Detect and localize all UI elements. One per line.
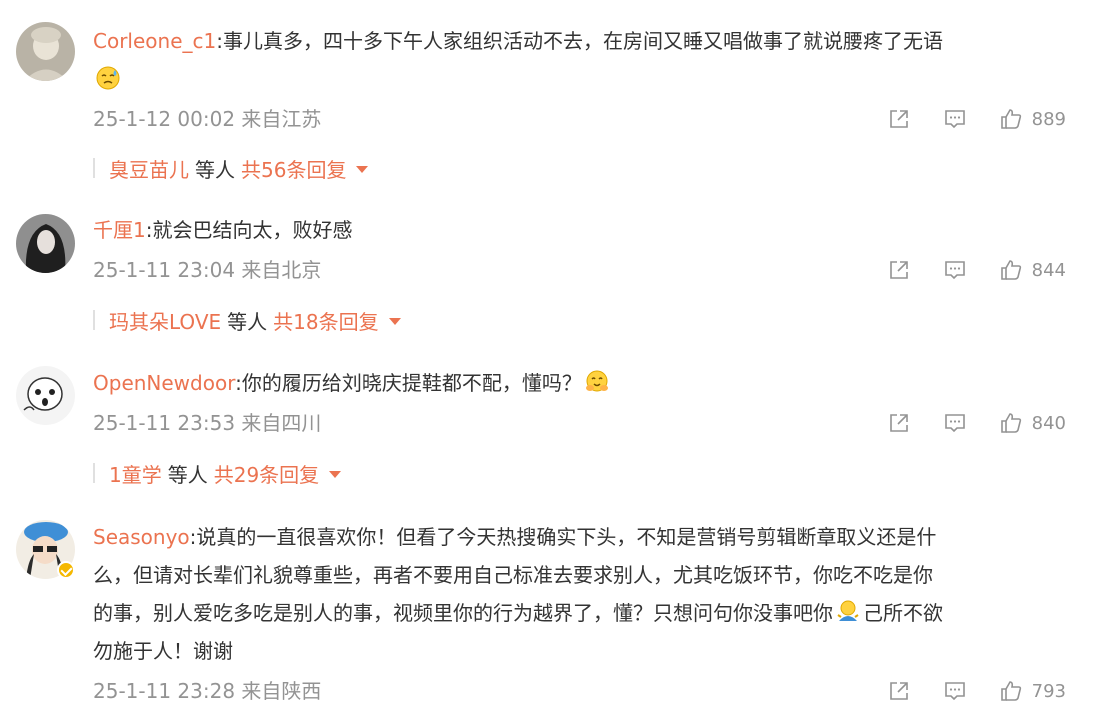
comment-location: 来自四川 (241, 411, 322, 435)
comment-icon (944, 110, 965, 129)
reply-summary[interactable]: 玛其朵LOVE 等人 共18条回复 (93, 306, 401, 334)
comment-body: :事儿真多，四十多下午人家组织活动不去，在房间又睡又唱做事了就说腰疼了无语 (216, 29, 943, 53)
reply-divider (93, 158, 95, 178)
comment-button[interactable] (942, 678, 968, 704)
reply-summary[interactable]: 臭豆苗儿 等人 共56条回复 (93, 154, 369, 183)
comment-meta: 25-1-11 23:28 来自陕西 (93, 678, 321, 704)
sweat-emoji-icon (95, 65, 121, 91)
reply-etc: 等人 (227, 309, 268, 334)
hug-emoji-icon (584, 369, 610, 395)
reply-etc: 等人 (167, 462, 208, 487)
like-icon (1000, 413, 1021, 433)
avatar[interactable] (16, 214, 75, 273)
share-icon (889, 110, 908, 128)
comment-meta: 25-1-11 23:53 来自四川 (93, 410, 321, 436)
comment-actions: 844 (886, 257, 1066, 283)
reply-user[interactable]: 1童学 (109, 459, 162, 488)
reply-count-link[interactable]: 共56条回复 (241, 154, 346, 183)
comment-body-line: 勿施于人！谢谢 (93, 639, 233, 663)
reply-count-link[interactable]: 共29条回复 (214, 459, 319, 488)
comment-body: :你的履历给刘晓庆提鞋都不配，懂吗？ (235, 371, 582, 395)
comment-icon (944, 414, 965, 433)
comment-time: 25-1-12 00:02 (93, 107, 236, 131)
like-count: 844 (1031, 259, 1066, 281)
comment-meta: 25-1-11 23:04 来自北京 (93, 257, 321, 283)
shrug-emoji-icon (835, 599, 861, 625)
comment-icon (944, 261, 965, 280)
username[interactable]: OpenNewdoor (93, 371, 235, 395)
like-count: 793 (1031, 680, 1066, 702)
share-icon (889, 414, 908, 432)
comment-button[interactable] (942, 257, 968, 283)
like-count: 840 (1031, 412, 1066, 434)
reply-user[interactable]: 臭豆苗儿 (109, 154, 189, 183)
share-button[interactable] (886, 257, 912, 283)
verified-icon (57, 561, 75, 579)
like-count: 889 (1031, 108, 1066, 130)
share-button[interactable] (886, 678, 912, 704)
comment-body-line: 己所不欲 (863, 601, 943, 625)
like-icon (1000, 109, 1021, 129)
comment-body-line: 的事，别人爱吃多吃是别人的事，视频里你的行为越界了，懂？只想问句你没事吧你 (93, 601, 833, 625)
comment-time: 25-1-11 23:04 (93, 258, 236, 282)
comment-text: OpenNewdoor:你的履历给刘晓庆提鞋都不配，懂吗？ (93, 364, 1073, 402)
username[interactable]: Corleone_c1 (93, 29, 216, 53)
comment-actions: 793 (886, 678, 1066, 704)
comment-time: 25-1-11 23:28 (93, 679, 236, 703)
reply-summary[interactable]: 1童学 等人 共29条回复 (93, 459, 342, 488)
comment-location: 来自江苏 (241, 107, 322, 131)
caret-down-icon[interactable] (388, 317, 401, 325)
reply-divider (93, 310, 95, 330)
reply-divider (93, 463, 95, 483)
comment-text: Corleone_c1:事儿真多，四十多下午人家组织活动不去，在房间又睡又唱做事… (93, 22, 1073, 98)
caret-down-icon[interactable] (356, 165, 369, 173)
reply-etc: 等人 (195, 157, 235, 182)
like-button[interactable]: 793 (998, 678, 1066, 704)
share-button[interactable] (886, 410, 912, 436)
caret-down-icon[interactable] (329, 470, 342, 478)
share-icon (889, 261, 908, 279)
like-icon (1000, 260, 1021, 280)
share-button[interactable] (886, 106, 912, 132)
reply-user[interactable]: 玛其朵LOVE (109, 306, 221, 335)
like-icon (1000, 681, 1021, 701)
comment-body: :就会巴结向太，败好感 (145, 218, 353, 242)
comment-text: 千厘1:就会巴结向太，败好感 (93, 211, 1073, 249)
comment-button[interactable] (942, 106, 968, 132)
comment-button[interactable] (942, 410, 968, 436)
username[interactable]: Seasonyo (93, 525, 190, 549)
reply-count-link[interactable]: 共18条回复 (273, 306, 378, 335)
like-button[interactable]: 840 (998, 410, 1066, 436)
comment-actions: 840 (886, 410, 1066, 436)
comment-actions: 889 (886, 106, 1066, 132)
comment-time: 25-1-11 23:53 (93, 411, 236, 435)
comment-body-line: :说真的一直很喜欢你！但看了今天热搜确实下头，不知是营销号剪辑断章取义还是什 (189, 525, 937, 549)
comment-text: Seasonyo:说真的一直很喜欢你！但看了今天热搜确实下头，不知是营销号剪辑断… (93, 518, 1073, 670)
avatar[interactable] (16, 22, 75, 81)
comment-icon (944, 682, 965, 701)
like-button[interactable]: 844 (998, 257, 1066, 283)
comment-body-line: 么，但请对长辈们礼貌尊重些，再者不要用自己标准去要求别人，尤其吃饭环节，你吃不吃… (93, 563, 933, 587)
share-icon (889, 682, 908, 700)
like-button[interactable]: 889 (998, 106, 1066, 132)
comment-location: 来自陕西 (241, 679, 322, 703)
avatar[interactable] (16, 366, 75, 425)
comment-meta: 25-1-12 00:02 来自江苏 (93, 106, 321, 132)
comment-location: 来自北京 (241, 258, 322, 282)
username[interactable]: 千厘1 (93, 218, 146, 242)
